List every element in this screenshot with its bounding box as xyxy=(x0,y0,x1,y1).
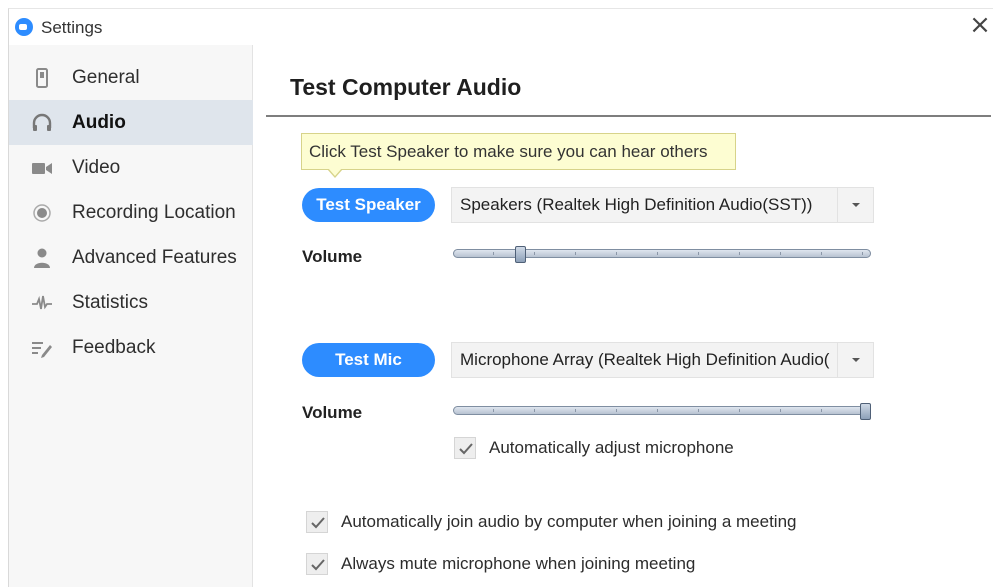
heading-divider xyxy=(266,115,991,117)
checkmark-icon xyxy=(311,559,325,571)
record-dot-icon xyxy=(31,202,53,224)
sidebar-item-recording-location[interactable]: Recording Location xyxy=(9,190,253,235)
page-title: Test Computer Audio xyxy=(290,74,522,100)
sidebar-item-audio[interactable]: Audio xyxy=(9,100,253,145)
mic-volume-slider[interactable] xyxy=(453,403,871,420)
sidebar-item-label: General xyxy=(72,67,140,88)
sidebar-item-label: Statistics xyxy=(72,292,149,313)
test-mic-button[interactable]: Test Mic xyxy=(302,343,435,377)
sidebar-item-statistics[interactable]: Statistics xyxy=(9,280,253,325)
speaker-device-select[interactable]: Speakers (Realtek High Definition Audio(… xyxy=(451,187,874,223)
checkmark-icon xyxy=(459,443,473,455)
phone-icon xyxy=(31,67,53,89)
sidebar: General Audio Video Recording Location A… xyxy=(9,45,253,587)
chevron-down-icon[interactable] xyxy=(837,343,873,377)
sidebar-item-feedback[interactable]: Feedback xyxy=(9,325,253,370)
tooltip-pointer xyxy=(327,168,343,178)
checkmark-icon xyxy=(311,517,325,529)
person-icon xyxy=(31,247,53,269)
auto-adjust-mic-label: Automatically adjust microphone xyxy=(489,438,734,457)
speaker-volume-label: Volume xyxy=(302,247,363,266)
auto-join-audio-label: Automatically join audio by computer whe… xyxy=(341,512,797,531)
speaker-volume-slider[interactable] xyxy=(453,246,871,263)
auto-join-audio-option[interactable]: Automatically join audio by computer whe… xyxy=(306,511,866,537)
settings-window: Settings × General Audio Video Recording… xyxy=(8,8,993,587)
auto-join-audio-checkbox[interactable] xyxy=(306,511,328,533)
auto-adjust-mic-checkbox[interactable] xyxy=(454,437,476,459)
speaker-device-value: Speakers (Realtek High Definition Audio(… xyxy=(460,195,813,214)
mute-mic-on-join-label: Always mute microphone when joining meet… xyxy=(341,554,696,573)
slider-thumb[interactable] xyxy=(860,403,871,420)
headphones-icon xyxy=(31,112,53,134)
mic-device-select[interactable]: Microphone Array (Realtek High Definitio… xyxy=(451,342,874,378)
close-icon[interactable]: × xyxy=(967,12,993,39)
sidebar-item-label: Video xyxy=(72,157,121,178)
mute-mic-on-join-option[interactable]: Always mute microphone when joining meet… xyxy=(306,553,766,579)
sidebar-item-label: Audio xyxy=(72,112,126,133)
sidebar-item-video[interactable]: Video xyxy=(9,145,253,190)
auto-adjust-mic-option[interactable]: Automatically adjust microphone xyxy=(454,437,784,463)
mic-device-value: Microphone Array (Realtek High Definitio… xyxy=(460,350,830,369)
slider-ticks xyxy=(453,409,871,412)
slider-thumb[interactable] xyxy=(514,246,526,263)
zoom-app-icon xyxy=(15,18,33,36)
sidebar-item-label: Recording Location xyxy=(72,202,236,223)
sidebar-item-label: Advanced Features xyxy=(72,247,237,268)
sidebar-item-advanced-features[interactable]: Advanced Features xyxy=(9,235,253,280)
feedback-edit-icon xyxy=(31,337,53,359)
sidebar-item-general[interactable]: General xyxy=(9,55,253,100)
mute-mic-on-join-checkbox[interactable] xyxy=(306,553,328,575)
waveform-icon xyxy=(31,292,53,314)
audio-settings-panel: Test Computer Audio Click Test Speaker t… xyxy=(254,45,993,587)
chevron-down-icon[interactable] xyxy=(837,188,873,222)
sidebar-item-label: Feedback xyxy=(72,337,156,358)
test-speaker-tooltip: Click Test Speaker to make sure you can … xyxy=(301,133,736,170)
mic-volume-label: Volume xyxy=(302,403,363,422)
window-title: Settings xyxy=(41,18,103,37)
video-camera-icon xyxy=(31,157,53,179)
title-bar: Settings × xyxy=(9,9,993,45)
test-speaker-button[interactable]: Test Speaker xyxy=(302,188,435,222)
